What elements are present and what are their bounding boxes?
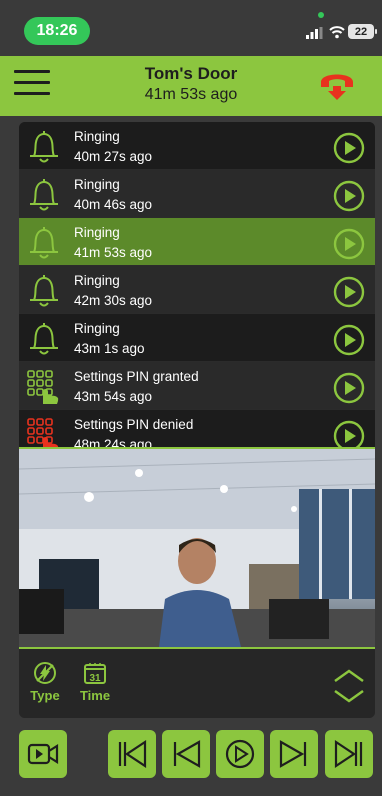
play-event-icon[interactable] — [333, 276, 365, 308]
event-time: 43m 54s ago — [74, 389, 153, 404]
skip-to-start-icon — [118, 739, 147, 769]
event-row[interactable]: Ringing 40m 27s ago — [19, 122, 375, 170]
play-event-icon[interactable] — [333, 132, 365, 164]
event-row[interactable]: Ringing 42m 30s ago — [19, 266, 375, 314]
play-event-icon[interactable] — [333, 420, 365, 447]
wifi-icon — [329, 26, 345, 39]
next-icon — [279, 740, 307, 768]
cellular-signal-icon — [306, 27, 323, 39]
play-event-icon[interactable] — [333, 372, 365, 404]
event-row[interactable]: Settings PIN denied 48m 24s ago — [19, 410, 375, 447]
bell-icon — [25, 272, 63, 310]
status-time: 18:26 — [24, 17, 90, 45]
snapshot-image — [19, 449, 375, 647]
bell-icon — [25, 128, 63, 166]
event-time: 40m 27s ago — [74, 149, 153, 164]
event-row[interactable]: Ringing 43m 1s ago — [19, 314, 375, 362]
status-bar: 18:26 22 — [0, 0, 382, 56]
events-panel: Ringing 40m 27s ago Ringing 40m 46s ago Ring… — [19, 122, 375, 718]
event-label: Settings PIN granted — [74, 369, 199, 384]
event-row[interactable]: Ringing 41m 53s ago — [19, 218, 375, 266]
play-button[interactable] — [216, 730, 264, 778]
event-label: Ringing — [74, 273, 120, 288]
hangup-phone-icon[interactable] — [318, 66, 356, 102]
event-row[interactable]: Settings PIN granted 43m 54s ago — [19, 362, 375, 410]
calendar-day: 31 — [89, 673, 101, 684]
play-event-icon[interactable] — [333, 228, 365, 260]
previous-event-button[interactable] — [162, 730, 210, 778]
first-event-button[interactable] — [108, 730, 156, 778]
lightning-icon — [34, 662, 56, 684]
event-time: 40m 46s ago — [74, 197, 153, 212]
bell-icon — [25, 176, 63, 214]
camera-snapshot[interactable] — [19, 447, 375, 649]
app-header: Tom's Door 41m 53s ago — [0, 56, 382, 116]
filter-bar: Type 31 Time — [19, 651, 375, 718]
event-time: 42m 30s ago — [74, 293, 153, 308]
video-camera-icon — [27, 743, 59, 765]
filter-type-label: Type — [30, 688, 60, 703]
battery-indicator: 22 — [348, 24, 377, 39]
live-video-button[interactable] — [19, 730, 67, 778]
bell-icon — [25, 320, 63, 358]
event-label: Ringing — [74, 321, 120, 336]
skip-to-end-icon — [334, 739, 363, 769]
previous-icon — [173, 740, 201, 768]
calendar-icon: 31 — [84, 663, 106, 684]
play-circle-icon — [225, 739, 255, 769]
bell-icon — [25, 224, 63, 262]
event-list[interactable]: Ringing 40m 27s ago Ringing 40m 46s ago Ring… — [19, 122, 375, 447]
event-time: 48m 24s ago — [74, 437, 153, 447]
last-event-button[interactable] — [325, 730, 373, 778]
event-label: Ringing — [74, 225, 120, 240]
expand-collapse-icon[interactable] — [332, 665, 366, 707]
event-time: 43m 1s ago — [74, 341, 145, 356]
event-label: Ringing — [74, 129, 120, 144]
play-event-icon[interactable] — [333, 180, 365, 212]
filter-type[interactable]: Type — [25, 661, 65, 703]
next-event-button[interactable] — [270, 730, 318, 778]
event-label: Ringing — [74, 177, 120, 192]
keypad-icon — [25, 416, 63, 447]
event-row[interactable]: Ringing 40m 46s ago — [19, 170, 375, 218]
event-time: 41m 53s ago — [74, 245, 153, 260]
play-event-icon[interactable] — [333, 324, 365, 356]
filter-time[interactable]: 31 Time — [75, 661, 115, 703]
keypad-icon — [25, 368, 63, 406]
filter-time-label: Time — [79, 688, 111, 703]
camera-indicator-icon — [318, 12, 324, 18]
event-label: Settings PIN denied — [74, 417, 194, 432]
